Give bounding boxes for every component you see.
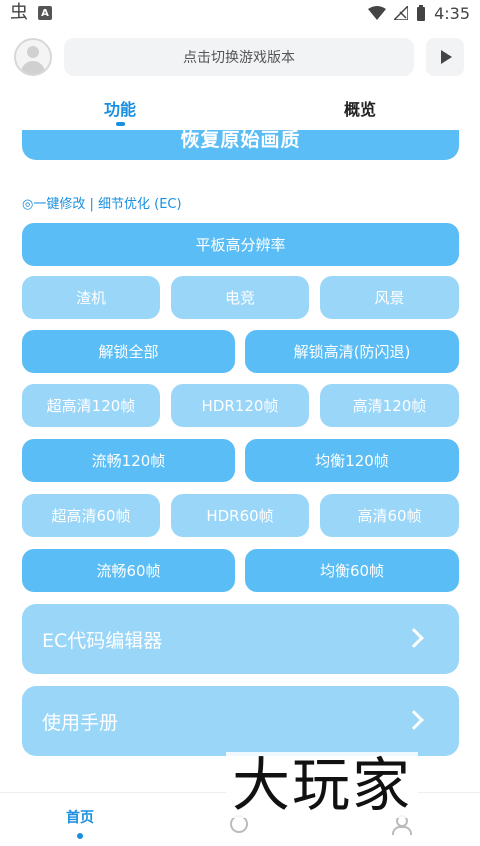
restore-original-quality-button[interactable]: 恢复原始画质 xyxy=(22,130,459,160)
smooth-120fps-button[interactable]: 流畅120帧 xyxy=(22,439,235,482)
hd-60fps-button[interactable]: 高清60帧 xyxy=(320,494,459,537)
potato-mode-button[interactable]: 渣机 xyxy=(22,276,160,319)
hdr-120fps-button[interactable]: HDR120帧 xyxy=(171,384,309,427)
hdr-60fps-button[interactable]: HDR60帧 xyxy=(171,494,309,537)
tab-bar: 功能 概览 xyxy=(0,90,480,130)
top-bar: 点击切换游戏版本 xyxy=(14,36,466,78)
esports-mode-button[interactable]: 电竞 xyxy=(171,276,309,319)
tab-overview[interactable]: 概览 xyxy=(240,90,480,130)
nav-active-dot xyxy=(77,833,83,839)
unlock-all-button[interactable]: 解锁全部 xyxy=(22,330,235,373)
watermark: 大玩家 xyxy=(226,752,419,818)
wifi-icon xyxy=(368,6,387,20)
avatar[interactable] xyxy=(14,38,52,76)
status-time: 4:35 xyxy=(434,3,470,23)
app-icon: 虫 xyxy=(10,2,28,23)
tab-features[interactable]: 功能 xyxy=(0,90,240,130)
scenery-mode-button[interactable]: 风景 xyxy=(320,276,459,319)
ec-code-editor-label: EC代码编辑器 xyxy=(42,629,163,652)
balanced-120fps-button[interactable]: 均衡120帧 xyxy=(245,439,459,482)
user-manual-card[interactable]: 使用手册 xyxy=(22,686,459,756)
battery-icon xyxy=(417,5,426,21)
uhd-120fps-button[interactable]: 超高清120帧 xyxy=(22,384,160,427)
tab-features-label: 功能 xyxy=(103,100,136,119)
hd-120fps-button[interactable]: 高清120帧 xyxy=(320,384,459,427)
feature-list[interactable]: 恢复原始画质 ◎一键修改 | 细节优化 (EC) 平板高分辨率 渣机 电竞 风景… xyxy=(0,130,480,792)
smooth-60fps-button[interactable]: 流畅60帧 xyxy=(22,549,235,592)
tab-indicator xyxy=(116,122,125,126)
section-label: ◎一键修改 | 细节优化 (EC) xyxy=(22,197,182,212)
nav-home[interactable]: 首页 xyxy=(40,807,120,827)
play-icon xyxy=(441,50,452,64)
tablet-resolution-button[interactable]: 平板高分辨率 xyxy=(22,223,459,266)
chevron-right-icon xyxy=(404,628,424,648)
no-signal-icon xyxy=(394,6,409,20)
tab-overview-label: 概览 xyxy=(343,100,376,119)
play-button[interactable] xyxy=(426,38,464,76)
switch-game-version-button[interactable]: 点击切换游戏版本 xyxy=(64,38,414,76)
ec-code-editor-card[interactable]: EC代码编辑器 xyxy=(22,604,459,674)
user-manual-label: 使用手册 xyxy=(42,711,119,734)
status-bar: 虫 A 4:35 xyxy=(0,0,480,26)
balanced-60fps-button[interactable]: 均衡60帧 xyxy=(245,549,459,592)
a-icon: A xyxy=(38,6,52,20)
chevron-right-icon xyxy=(404,710,424,730)
unlock-hd-button[interactable]: 解锁高清(防闪退) xyxy=(245,330,459,373)
uhd-60fps-button[interactable]: 超高清60帧 xyxy=(22,494,160,537)
